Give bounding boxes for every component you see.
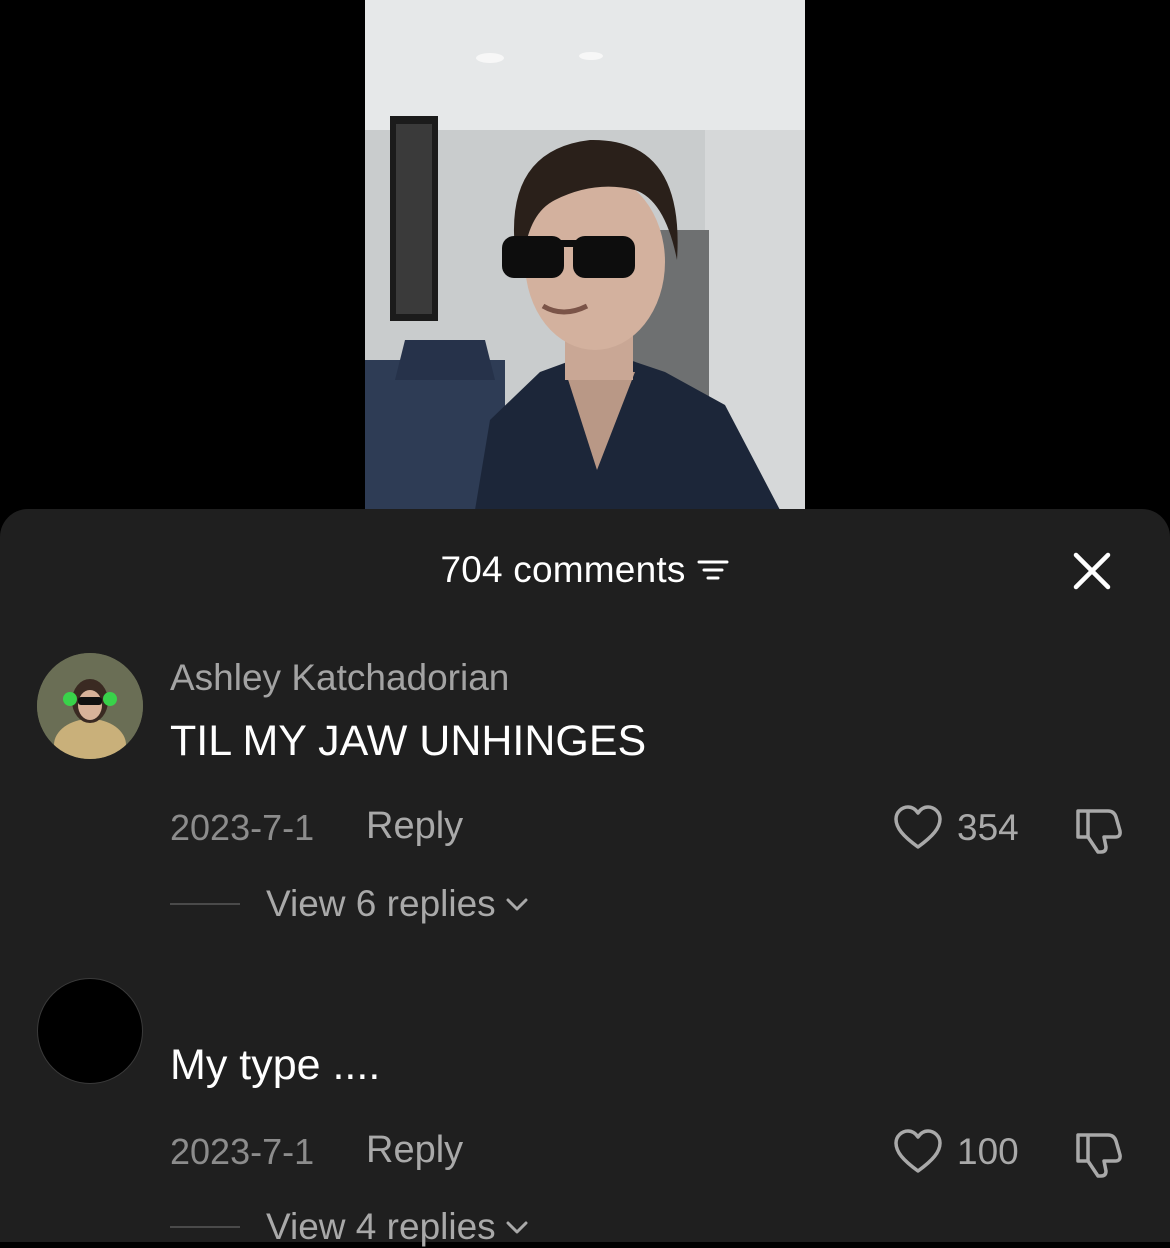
avatar[interactable]: [37, 653, 143, 759]
thumbs-down-icon[interactable]: [1072, 805, 1124, 855]
comments-sheet: 704 comments Ashley Katchadorian TIL MY …: [0, 509, 1170, 1247]
comment-text: My type ....: [170, 1041, 381, 1089]
avatar-image: [37, 653, 143, 759]
comments-header: 704 comments: [0, 549, 1170, 593]
video-still-image: [365, 0, 805, 510]
close-icon[interactable]: [1068, 547, 1116, 595]
like-button[interactable]: 100: [893, 1129, 1019, 1175]
view-replies-label: View 6 replies: [266, 883, 496, 924]
heart-outline-icon: [894, 805, 942, 849]
video-thumbnail[interactable]: [365, 0, 805, 510]
chevron-down-icon: [506, 1221, 528, 1234]
replies-divider: [170, 903, 240, 905]
comment-text: TIL MY JAW UNHINGES: [170, 717, 647, 765]
chevron-down-icon: [506, 898, 528, 911]
reply-button[interactable]: Reply: [366, 805, 463, 848]
comments-count-label: 704 comments: [440, 549, 686, 590]
heart-outline-icon: [894, 1129, 942, 1173]
thumbs-down-icon[interactable]: [1072, 1129, 1124, 1179]
sort-icon[interactable]: [696, 556, 730, 584]
reply-button[interactable]: Reply: [366, 1129, 463, 1172]
comment-date: 2023-7-1: [170, 1131, 315, 1172]
comments-count-title[interactable]: 704 comments: [440, 549, 729, 591]
replies-divider: [170, 1226, 240, 1228]
avatar[interactable]: [37, 978, 143, 1084]
comment-date: 2023-7-1: [170, 807, 315, 848]
like-count: 354: [957, 807, 1019, 848]
like-button[interactable]: 354: [893, 805, 1019, 851]
like-count: 100: [957, 1131, 1019, 1172]
comment-username[interactable]: Ashley Katchadorian: [170, 657, 509, 699]
video-preview-area: [0, 0, 1170, 520]
view-replies-button[interactable]: View 6 replies: [170, 883, 530, 925]
